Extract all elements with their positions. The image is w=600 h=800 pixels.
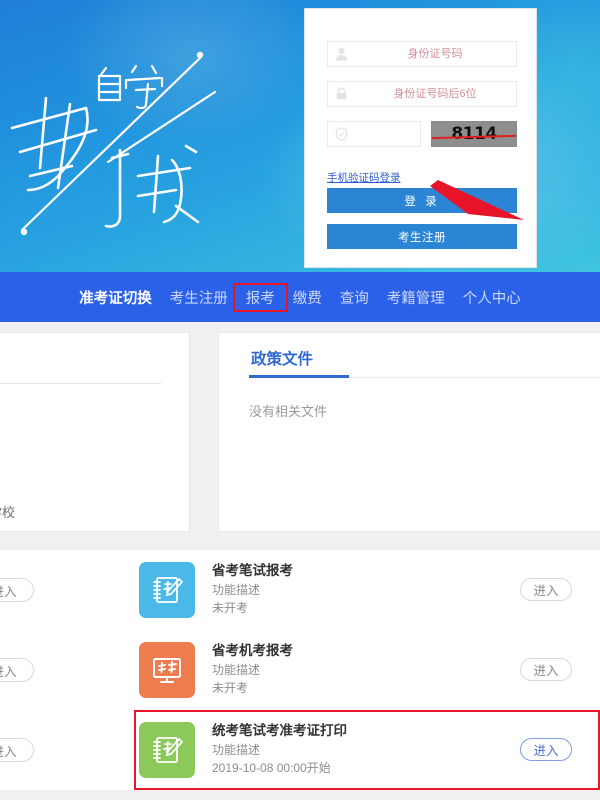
left-info-panel: 学校 xyxy=(0,332,190,532)
service-row: 进入 省考机考报考 功能描述 未开考 xyxy=(0,630,600,710)
policy-documents-card: 政策文件 没有相关文件 xyxy=(218,332,600,532)
login-card: 8114 手机验证码登录 登 录 考生注册 xyxy=(304,8,537,268)
policy-card-title: 政策文件 xyxy=(251,351,314,368)
user-icon xyxy=(328,47,354,61)
service-description: 功能描述 xyxy=(212,582,261,597)
enter-button-left[interactable]: 进入 xyxy=(0,738,34,762)
service-list: 进入 xyxy=(0,550,600,790)
service-status: 未开考 xyxy=(212,601,249,616)
service-description: 功能描述 xyxy=(212,662,261,677)
nav-item-kaoji-guanli[interactable]: 考籍管理 xyxy=(378,287,454,308)
service-text-block: 统考笔试考准考证打印 功能描述 2019-10-08 00:00开始 xyxy=(212,721,347,778)
captcha-field[interactable] xyxy=(327,121,504,147)
register-button[interactable]: 考生注册 xyxy=(327,224,517,249)
captcha-image[interactable]: 8114 xyxy=(431,121,517,147)
main-navigation: 准考证切换 考生注册 报考 缴费 查询 考籍管理 个人中心 xyxy=(0,272,600,322)
enter-button[interactable]: 进入 xyxy=(520,658,572,681)
id-number-input[interactable] xyxy=(354,48,516,60)
enter-button[interactable]: 进入 xyxy=(520,578,572,601)
top-panels-row: 学校 政策文件 没有相关文件 xyxy=(0,332,600,544)
policy-title-underline xyxy=(249,375,349,378)
enter-button[interactable]: 进入 xyxy=(520,738,572,761)
id-number-field[interactable] xyxy=(327,41,517,67)
service-text-block: 省考笔试报考 功能描述 未开考 xyxy=(212,561,293,618)
notebook-pencil-icon xyxy=(139,722,195,778)
nav-item-baokao[interactable]: 报考 xyxy=(232,282,288,312)
captcha-image-text: 8114 xyxy=(451,124,497,144)
page-content: 学校 政策文件 没有相关文件 进入 xyxy=(0,322,600,800)
monitor-exam-icon xyxy=(139,642,195,698)
service-title: 省考笔试报考 xyxy=(212,563,293,578)
shield-icon xyxy=(328,127,354,141)
left-panel-divider xyxy=(0,383,161,384)
hero-artwork-selfstudy-exam xyxy=(0,0,310,272)
nav-item-chaxun[interactable]: 查询 xyxy=(331,287,378,308)
password-field[interactable] xyxy=(327,81,517,107)
lock-icon xyxy=(328,87,354,101)
service-description: 功能描述 xyxy=(212,742,261,757)
notebook-pencil-icon xyxy=(139,562,195,618)
nav-item-jiaofei[interactable]: 缴费 xyxy=(284,287,331,308)
app-root: 8114 手机验证码登录 登 录 考生注册 准考证切换 考生注册 报考 缴费 查… xyxy=(0,0,600,800)
service-title: 统考笔试考准考证打印 xyxy=(212,723,347,738)
service-status: 未开考 xyxy=(212,681,249,696)
enter-button-left[interactable]: 进入 xyxy=(0,578,34,602)
policy-empty-message: 没有相关文件 xyxy=(249,404,328,419)
service-title: 省考机考报考 xyxy=(212,643,293,658)
enter-button-left[interactable]: 进入 xyxy=(0,658,34,682)
service-row: 进入 xyxy=(0,550,600,630)
service-row: 进入 xyxy=(0,710,600,790)
service-status: 2019-10-08 00:00开始 xyxy=(212,761,331,776)
nav-item-kaosheng-zhuce[interactable]: 考生注册 xyxy=(161,287,237,308)
password-input[interactable] xyxy=(354,88,516,100)
login-button[interactable]: 登 录 xyxy=(327,188,517,213)
nav-item-zhunkaozheng-qiehuan[interactable]: 准考证切换 xyxy=(70,287,161,308)
service-text-block: 省考机考报考 功能描述 未开考 xyxy=(212,641,293,698)
phone-code-login-link[interactable]: 手机验证码登录 xyxy=(327,170,401,185)
left-panel-partial-label: 学校 xyxy=(0,505,16,520)
nav-item-geren-zhongxin[interactable]: 个人中心 xyxy=(454,287,530,308)
